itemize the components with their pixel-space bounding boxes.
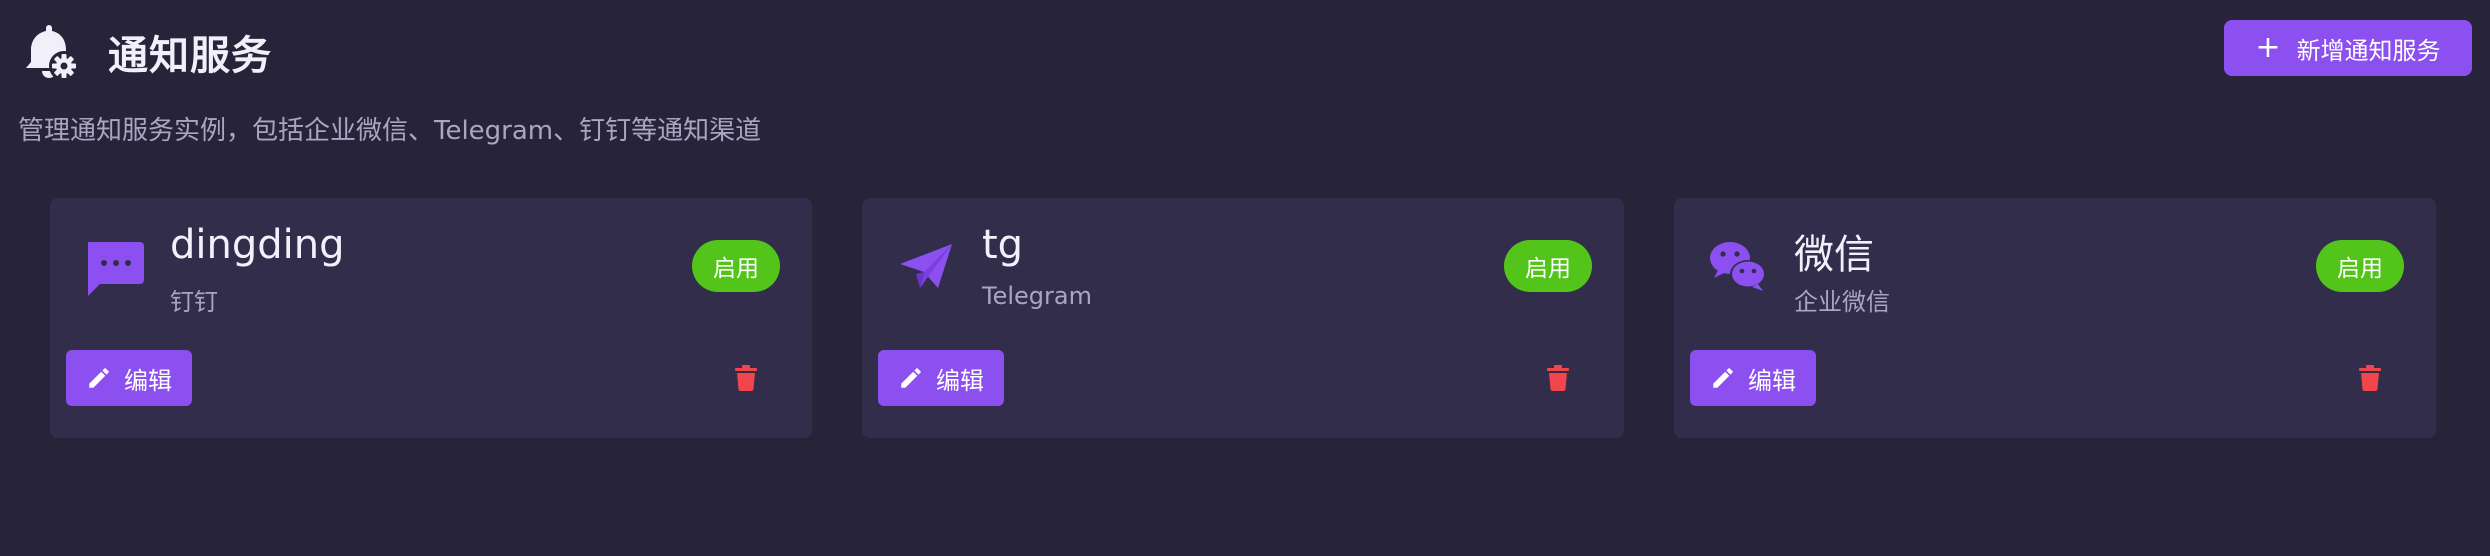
service-card: 微信 企业微信 启用 编辑 [1674,198,2436,438]
service-type: 企业微信 [1794,288,1890,316]
trash-icon [735,365,757,391]
edit-button-label: 编辑 [936,366,984,395]
service-type: Telegram [982,282,1092,310]
status-badge: 启用 [2316,240,2404,292]
delete-button[interactable] [1542,362,1574,394]
service-card: tg Telegram 启用 编辑 [862,198,1624,438]
trash-icon [2359,365,2381,391]
page-header: 通知服务 管理通知服务实例，包括企业微信、Telegram、钉钉等通知渠道 + … [18,20,2472,146]
service-card: dingding 钉钉 启用 编辑 [50,198,812,438]
add-button-label: 新增通知服务 [2296,36,2441,65]
title-row: 通知服务 [18,20,2472,84]
edit-button-label: 编辑 [1748,366,1796,395]
trash-icon [1547,365,1569,391]
delete-button[interactable] [2354,362,2386,394]
edit-button-label: 编辑 [124,366,172,395]
delete-button[interactable] [730,362,762,394]
edit-button[interactable]: 编辑 [878,350,1004,406]
pencil-icon [901,368,921,388]
pencil-icon [89,368,109,388]
bell-gear-icon [18,20,82,84]
status-badge: 启用 [1504,240,1592,292]
service-type: 钉钉 [170,288,218,316]
wechat-icon [1706,234,1770,298]
plus-icon: + [2255,30,2281,65]
page-subtitle: 管理通知服务实例，包括企业微信、Telegram、钉钉等通知渠道 [18,116,762,146]
pencil-icon [1713,368,1733,388]
service-name: tg [982,222,1024,268]
add-notification-service-button[interactable]: + 新增通知服务 [2224,20,2472,76]
edit-button[interactable]: 编辑 [66,350,192,406]
page-title: 通知服务 [108,33,272,79]
chat-dots-icon [82,234,146,298]
service-name: dingding [170,222,345,268]
paper-plane-icon [894,234,958,298]
service-card-list: dingding 钉钉 启用 编辑 tg Telegram 启用 编辑 微信 企… [50,198,2438,438]
edit-button[interactable]: 编辑 [1690,350,1816,406]
status-badge: 启用 [692,240,780,292]
service-name: 微信 [1794,232,1874,278]
